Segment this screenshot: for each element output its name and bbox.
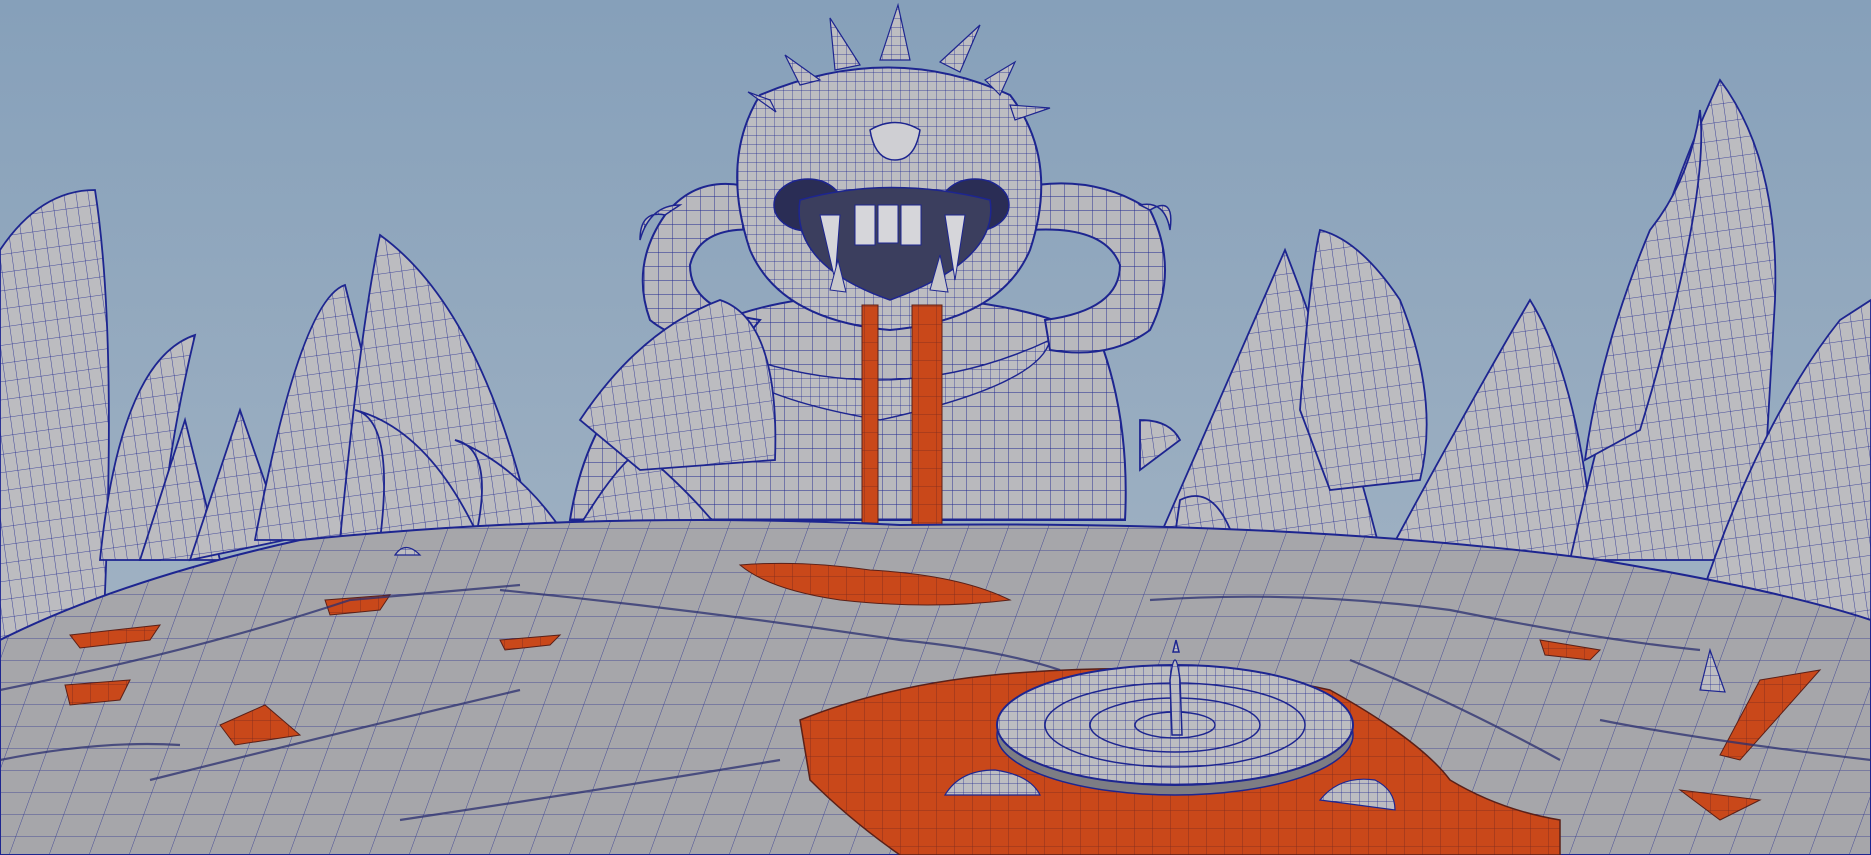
3d-viewport[interactable]	[0, 0, 1871, 855]
wireframe-scene	[0, 0, 1871, 855]
